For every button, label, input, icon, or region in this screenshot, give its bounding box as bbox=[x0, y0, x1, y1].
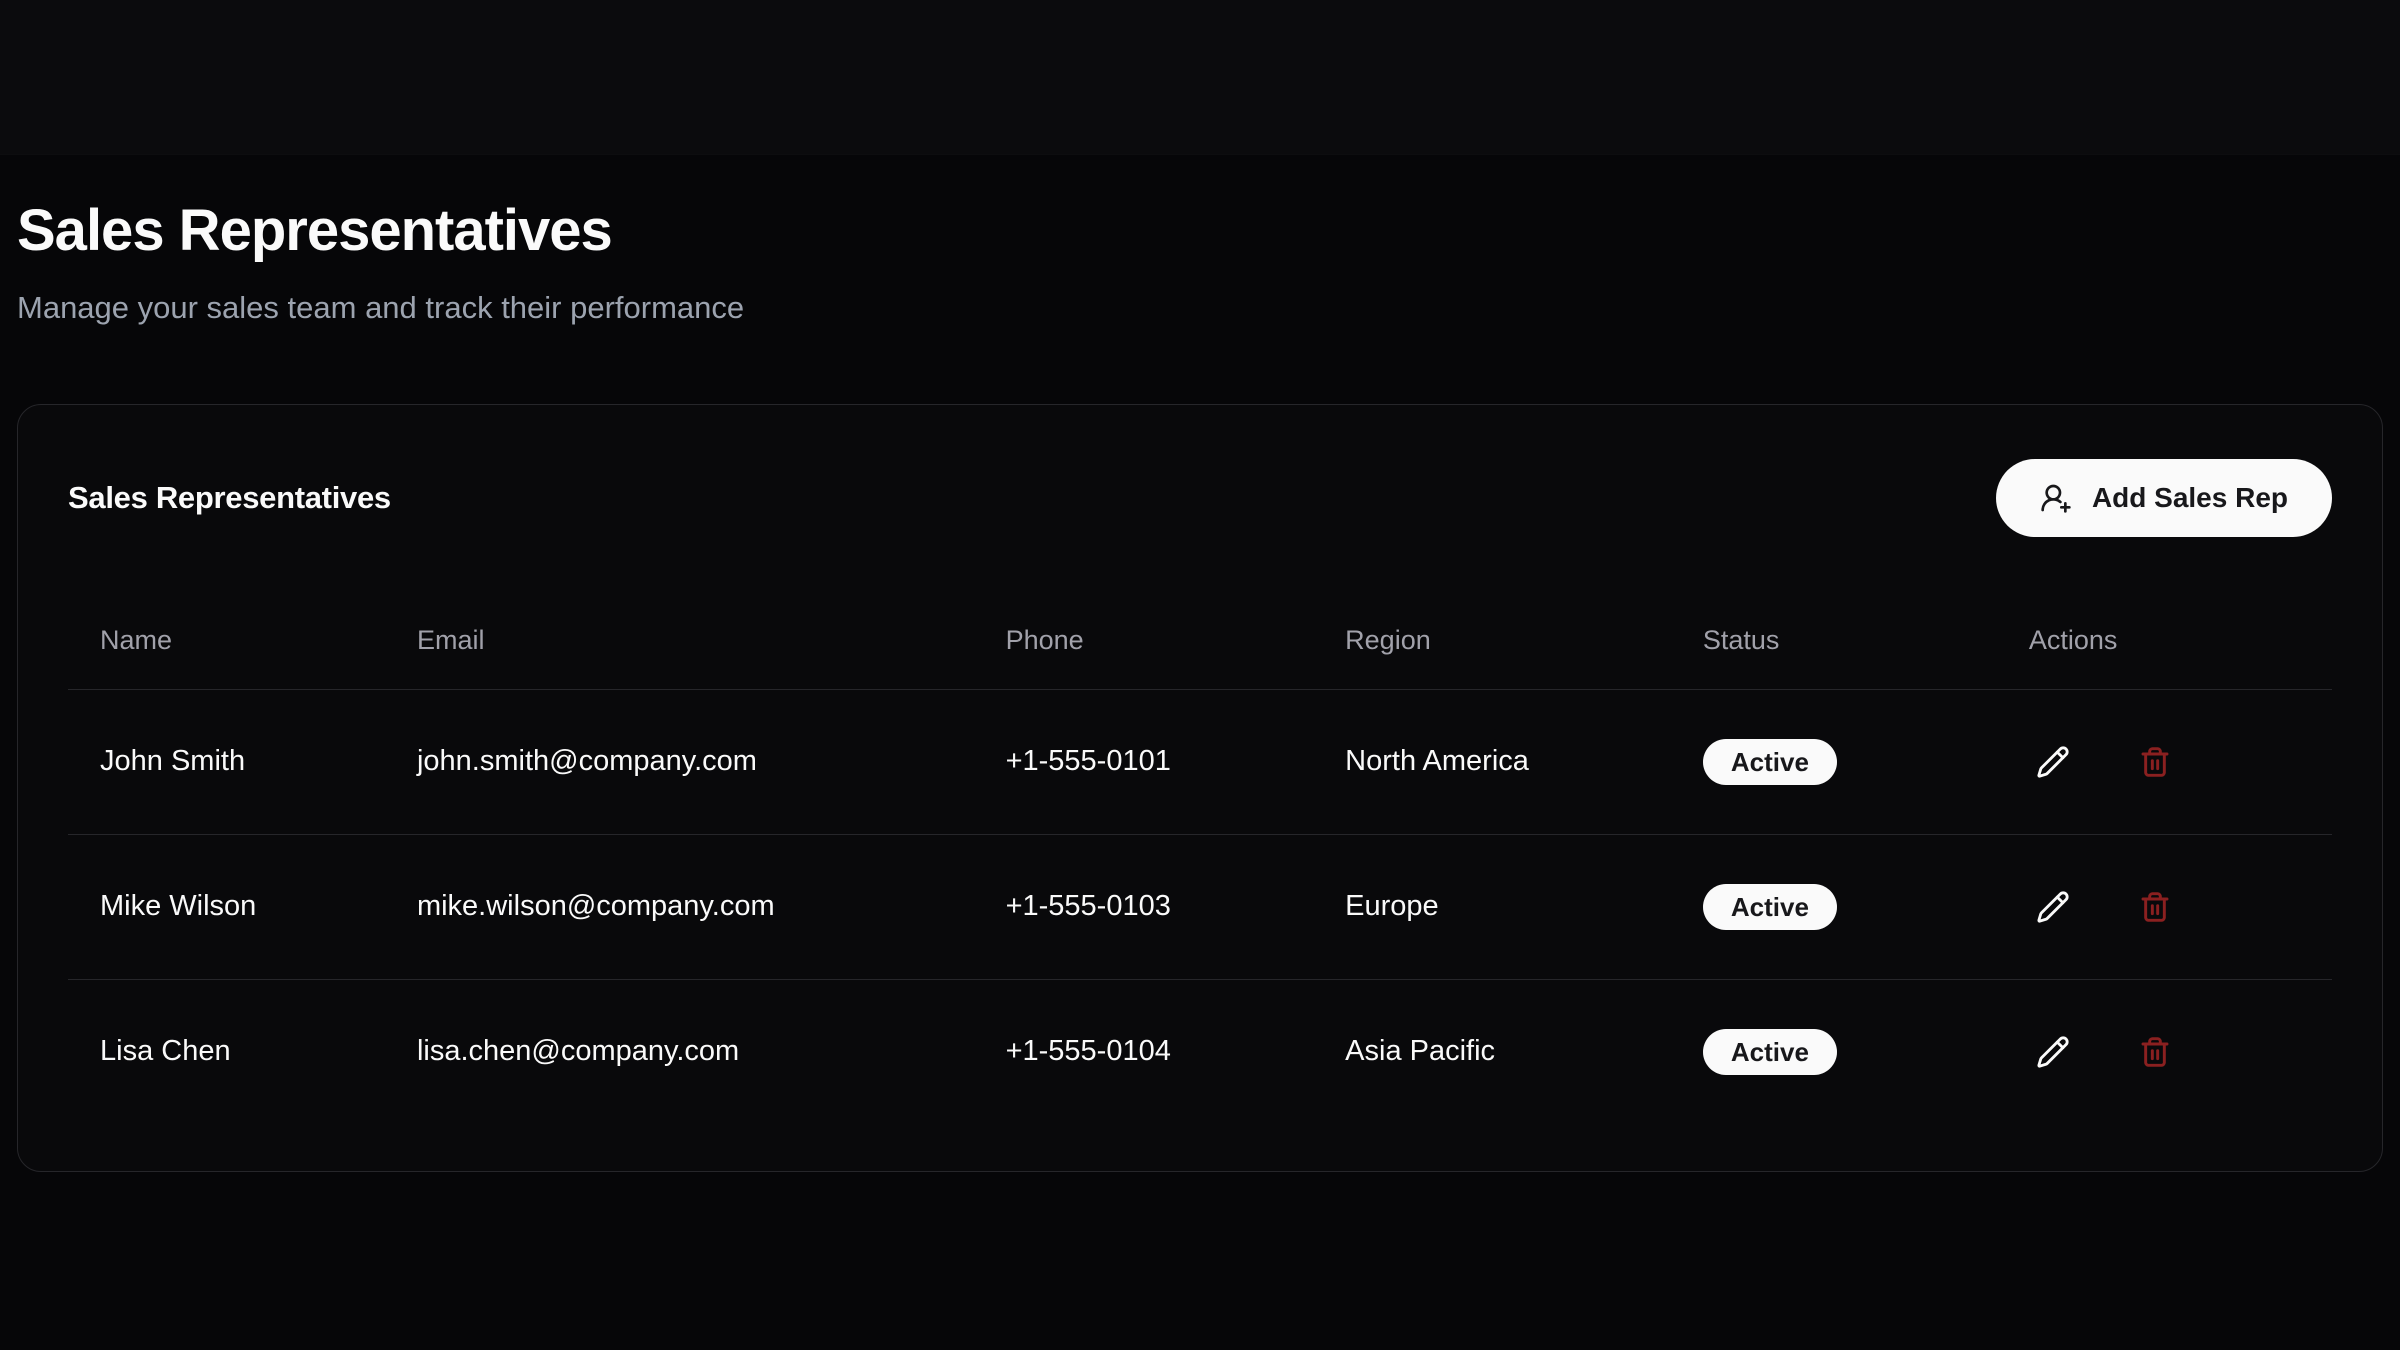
cell-phone: +1-555-0101 bbox=[974, 689, 1314, 834]
cell-region: Europe bbox=[1313, 834, 1671, 979]
add-sales-rep-button[interactable]: Add Sales Rep bbox=[1996, 459, 2332, 537]
delete-button[interactable] bbox=[2135, 742, 2175, 782]
column-header-status: Status bbox=[1671, 593, 1997, 689]
cell-actions bbox=[1997, 834, 2332, 979]
cell-phone: +1-555-0103 bbox=[974, 834, 1314, 979]
delete-button[interactable] bbox=[2135, 1032, 2175, 1072]
trash-icon bbox=[2139, 1036, 2171, 1068]
edit-button[interactable] bbox=[2033, 887, 2073, 927]
table-row: Lisa Chen lisa.chen@company.com +1-555-0… bbox=[68, 979, 2332, 1124]
user-plus-icon bbox=[2040, 482, 2072, 514]
column-header-actions: Actions bbox=[1997, 593, 2332, 689]
trash-icon bbox=[2139, 891, 2171, 923]
column-header-email: Email bbox=[385, 593, 974, 689]
row-actions bbox=[2029, 742, 2332, 782]
cell-status: Active bbox=[1671, 689, 1997, 834]
cell-status: Active bbox=[1671, 979, 1997, 1124]
status-badge: Active bbox=[1703, 1029, 1837, 1075]
main-content: Sales Representatives Manage your sales … bbox=[0, 0, 2400, 1172]
edit-button[interactable] bbox=[2033, 742, 2073, 782]
status-badge: Active bbox=[1703, 739, 1837, 785]
card-header: Sales Representatives Add Sales Rep bbox=[68, 405, 2332, 537]
delete-button[interactable] bbox=[2135, 887, 2175, 927]
cell-email: lisa.chen@company.com bbox=[385, 979, 974, 1124]
column-header-name: Name bbox=[68, 593, 385, 689]
status-badge: Active bbox=[1703, 884, 1837, 930]
cell-name: Lisa Chen bbox=[68, 979, 385, 1124]
table-row: Mike Wilson mike.wilson@company.com +1-5… bbox=[68, 834, 2332, 979]
sales-reps-card: Sales Representatives Add Sales Rep bbox=[17, 404, 2383, 1172]
pencil-icon bbox=[2036, 745, 2070, 779]
cell-email: mike.wilson@company.com bbox=[385, 834, 974, 979]
cell-email: john.smith@company.com bbox=[385, 689, 974, 834]
cell-actions bbox=[1997, 979, 2332, 1124]
table-row: John Smith john.smith@company.com +1-555… bbox=[68, 689, 2332, 834]
cell-region: North America bbox=[1313, 689, 1671, 834]
row-actions bbox=[2029, 1032, 2332, 1072]
cell-region: Asia Pacific bbox=[1313, 979, 1671, 1124]
cell-actions bbox=[1997, 689, 2332, 834]
page-title: Sales Representatives bbox=[17, 0, 2383, 266]
page-subtitle: Manage your sales team and track their p… bbox=[17, 286, 2383, 330]
card-title: Sales Representatives bbox=[68, 480, 391, 516]
sales-reps-table: Name Email Phone Region Status Actions J… bbox=[68, 593, 2332, 1124]
pencil-icon bbox=[2036, 890, 2070, 924]
pencil-icon bbox=[2036, 1035, 2070, 1069]
add-sales-rep-label: Add Sales Rep bbox=[2092, 482, 2288, 514]
edit-button[interactable] bbox=[2033, 1032, 2073, 1072]
trash-icon bbox=[2139, 746, 2171, 778]
cell-phone: +1-555-0104 bbox=[974, 979, 1314, 1124]
cell-status: Active bbox=[1671, 834, 1997, 979]
column-header-region: Region bbox=[1313, 593, 1671, 689]
cell-name: John Smith bbox=[68, 689, 385, 834]
table-header-row: Name Email Phone Region Status Actions bbox=[68, 593, 2332, 689]
column-header-phone: Phone bbox=[974, 593, 1314, 689]
cell-name: Mike Wilson bbox=[68, 834, 385, 979]
row-actions bbox=[2029, 887, 2332, 927]
